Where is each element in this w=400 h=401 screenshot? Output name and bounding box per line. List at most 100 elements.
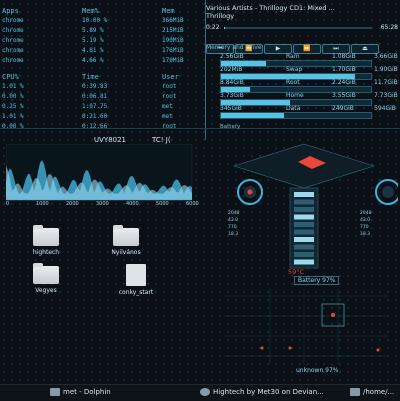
level-segment [294, 229, 314, 235]
track-title: Various Artists - Thrillogy CD1: Mixed .… [206, 4, 335, 12]
level-segment [294, 207, 314, 212]
column-header-time: Time [82, 73, 99, 81]
table-cell: chrome [2, 17, 24, 24]
memory-label: Data [286, 105, 301, 112]
memory-label: Home [286, 92, 304, 99]
table-cell: 5.89 % [82, 27, 104, 34]
temperature-readout: 59°C [288, 268, 305, 276]
visualizer-header: UVY8021 TC! J( [6, 136, 200, 144]
table-cell: root [162, 123, 177, 130]
memory-used: 1.08GiB [332, 53, 356, 60]
table-cell: 190MiB [162, 37, 184, 44]
task-dolphin[interactable]: met - Dolphin [50, 388, 111, 396]
memory-total: 1.90GiB [374, 66, 398, 73]
file-label: hightech [32, 249, 60, 256]
axis-tick-label: 1000 [36, 201, 49, 207]
system-monitor: 2048 43.0 770 18.3 2048 43.0 770 18.3 59… [210, 136, 400, 380]
file-label: Vegyes [35, 287, 57, 294]
memory-drive-panel: Memory and Drive 2.56GiB Ram 1.08GiB 3.66Gi… [206, 44, 398, 130]
level-segment [294, 259, 314, 265]
folder-icon [33, 225, 59, 246]
folder-icon [113, 225, 139, 246]
axis-tick-label: 4000 [126, 201, 139, 207]
memory-label: Root [286, 79, 300, 86]
file-item[interactable]: Nyilvános [96, 225, 156, 256]
table-cell: 4.81 % [82, 47, 104, 54]
axis-tick-label: 3000 [96, 201, 109, 207]
memory-row: 8.84GiB Root 2.24GiB 11.7GiB [206, 79, 398, 93]
table-cell: 4.66 % [82, 57, 104, 64]
memory-title: Memory and Drive [206, 44, 262, 51]
memory-free: 202MiB [220, 66, 243, 73]
table-cell: chrome [2, 27, 24, 34]
task-home[interactable]: /home/... [350, 388, 394, 396]
file-item[interactable]: hightech [16, 225, 76, 256]
table-cell: 215MiB [162, 27, 184, 34]
right-stats: 2048 43.0 770 18.3 [360, 210, 371, 238]
table-cell: 0.00 % [2, 93, 24, 100]
process-table: Apps chrome chrome chrome chrome chrome … [2, 6, 206, 130]
table-cell: 0:21.60 [82, 113, 108, 120]
memory-free: 345GiB [220, 105, 242, 112]
album-title: Thrillogy [206, 12, 235, 20]
memory-free: 2.56GiB [220, 53, 244, 60]
column-header-user: User [162, 73, 179, 81]
stat-value: 18.3 [360, 232, 371, 237]
memory-used: 2.24GiB [332, 79, 356, 86]
desktop-files: hightech Nyilvános Vegyes conky_start [6, 220, 200, 340]
level-segment [294, 237, 314, 242]
folder-icon [350, 388, 360, 396]
file-item[interactable]: conky_start [106, 264, 166, 296]
level-segment [294, 244, 314, 250]
memory-bar [220, 112, 372, 119]
table-cell: 0:06.81 [82, 93, 108, 100]
level-segment [294, 192, 314, 197]
task-browser[interactable]: Hightech by Met30 on Devian... [200, 388, 324, 396]
table-cell: 0:39.83 [82, 83, 108, 90]
table-cell: root [162, 83, 177, 90]
column-header-mem-percent: Mem% [82, 7, 99, 15]
table-cell: 0.00 % [2, 123, 24, 130]
battery-label: Battery [298, 277, 321, 284]
memory-used: 1.70GiB [332, 66, 356, 73]
memory-row: 3.73GiB Home 3.55GiB 7.73GiB [206, 92, 398, 106]
memory-free: 8.84GiB [220, 79, 244, 86]
table-cell: 366MiB [162, 17, 184, 24]
stat-value: 2048 [228, 211, 240, 216]
unknown-readout: unknown 97% [296, 367, 339, 374]
elapsed-time: 0:22 [206, 24, 220, 31]
table-cell: 1.01 % [2, 113, 24, 120]
table-cell: 1.01 % [2, 83, 24, 90]
taskbar: met - Dolphin Hightech by Met30 on Devia… [0, 384, 400, 401]
table-cell: 0:12.66 [82, 123, 108, 130]
document-icon [126, 264, 146, 286]
level-segment [294, 252, 314, 257]
level-segment [294, 199, 314, 205]
browser-icon [200, 388, 210, 396]
seek-bar[interactable] [224, 27, 372, 29]
monitor-graphic [224, 143, 400, 364]
table-cell: chrome [2, 57, 24, 64]
left-stats: 2048 43.0 770 18.3 [228, 210, 239, 238]
memory-label: Ram [286, 53, 300, 60]
table-cell: chrome [2, 47, 24, 54]
battery-readout: Battery 97% [294, 276, 340, 285]
file-item[interactable]: Vegyes [16, 263, 76, 294]
stat-value: 18.3 [228, 232, 239, 237]
task-label: Hightech by Met30 on Devian... [213, 388, 324, 396]
level-segment [294, 214, 314, 220]
task-label: met - Dolphin [63, 388, 111, 396]
memory-total: 3.66GiB [374, 53, 398, 60]
memory-total: 7.73GiB [374, 92, 398, 99]
stat-value: 2048 [360, 211, 372, 216]
memory-used: 249GiB [332, 105, 354, 112]
task-label: /home/... [363, 388, 395, 396]
file-label: Nyilvános [111, 249, 141, 256]
table-cell: 170MiB [162, 57, 184, 64]
axis-tick-label: 0 [6, 201, 10, 207]
memory-row: 2.56GiB Ram 1.08GiB 3.66GiB [206, 53, 398, 67]
media-player: Various Artists - Thrillogy CD1: Mixed .… [206, 4, 398, 54]
battery-label: Battery [220, 124, 241, 130]
memory-row: 345GiB Data 249GiB 594GiB [206, 105, 398, 119]
column-header-mem: Mem [162, 7, 175, 15]
